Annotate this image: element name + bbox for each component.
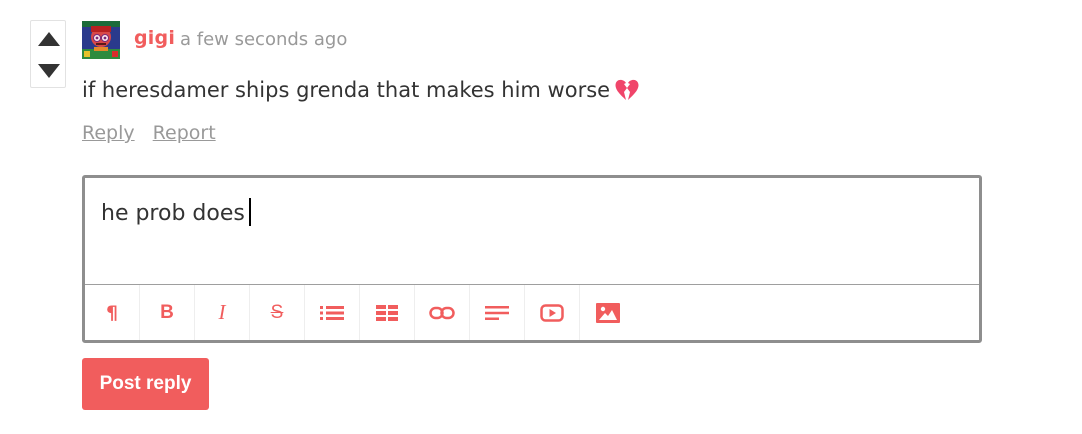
reply-input[interactable]: he prob does <box>85 178 979 284</box>
report-link[interactable]: Report <box>153 122 216 144</box>
comment-timestamp: a few seconds ago <box>180 29 348 50</box>
italic-icon[interactable]: I <box>195 285 250 340</box>
paragraph-icon[interactable]: ¶ <box>85 285 140 340</box>
text-caret <box>248 198 251 226</box>
bold-icon[interactable]: B <box>140 285 195 340</box>
align-left-icon[interactable] <box>470 285 525 340</box>
username-link[interactable]: gigi <box>134 27 175 49</box>
comment-actions: Reply Report <box>82 122 228 144</box>
avatar[interactable] <box>82 21 120 59</box>
post-reply-button[interactable]: Post reply <box>82 358 209 410</box>
video-icon[interactable] <box>525 285 580 340</box>
strikethrough-icon[interactable]: S <box>250 285 305 340</box>
reply-link[interactable]: Reply <box>82 122 135 144</box>
comment-text: if heresdamer ships grenda that makes hi… <box>82 78 611 102</box>
comment-body: if heresdamer ships grenda that makes hi… <box>82 78 640 102</box>
bullet-list-icon[interactable] <box>305 285 360 340</box>
broken-heart-icon <box>614 78 640 102</box>
reply-input-value: he prob does <box>101 201 245 226</box>
reply-editor: he prob does ¶ B I S <box>82 175 982 343</box>
image-icon[interactable] <box>580 285 635 340</box>
editor-toolbar: ¶ B I S <box>85 284 979 340</box>
table-icon[interactable] <box>360 285 415 340</box>
vote-box <box>30 20 66 88</box>
downvote-arrow-icon[interactable] <box>37 61 61 81</box>
upvote-arrow-icon[interactable] <box>37 29 61 49</box>
link-icon[interactable] <box>415 285 470 340</box>
